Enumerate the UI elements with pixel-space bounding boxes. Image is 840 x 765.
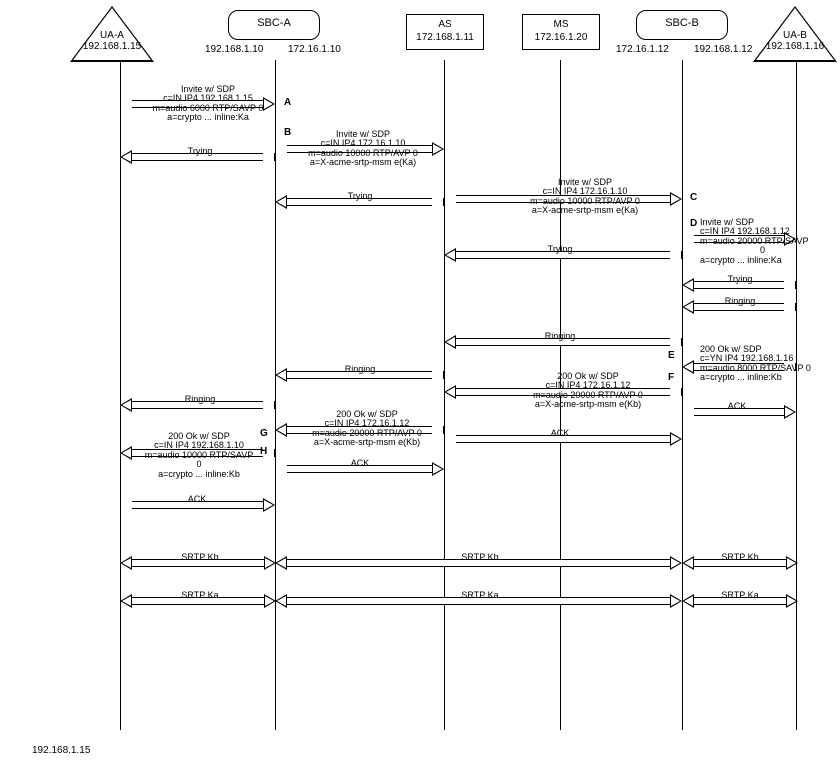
ok2-text: 200 Ok w/ SDP c=IN IP4 172.16.1.12 m=aud… <box>498 372 678 410</box>
marker-d: D <box>690 218 697 229</box>
sbc-a-title: SBC-A <box>257 17 291 29</box>
ringing1-text: Ringing <box>170 395 230 404</box>
invite2-text: Invite w/ SDP c=IN IP4 172.16.1.10 m=aud… <box>298 130 428 168</box>
sbc-a-ip-right: 172.16.1.10 <box>288 44 341 55</box>
ack2-text: ACK <box>335 459 385 468</box>
footnote-ip: 192.168.1.15 <box>32 745 90 756</box>
ok3-text: 200 Ok w/ SDP c=IN IP4 172.16.1.12 m=aud… <box>292 410 442 448</box>
sbc-b-ip-left: 172.16.1.12 <box>616 44 669 55</box>
lifeline-ua-b <box>796 60 797 730</box>
invite1-text: Invite w/ SDP c=IN IP4 192.168.1.15 m=au… <box>148 85 268 123</box>
marker-c: C <box>690 192 697 203</box>
invite4-text: Invite w/ SDP c=IN IP4 192.168.1.12 m=au… <box>700 218 825 265</box>
sbc-a-ip-left: 192.168.1.10 <box>205 44 263 55</box>
marker-a: A <box>284 97 291 108</box>
invite3-text: Invite w/ SDP c=IN IP4 172.16.1.10 m=aud… <box>500 178 670 216</box>
srtp-kb-2-text: SRTP Kb <box>445 553 515 562</box>
ua-b-ip: 192.168.1.16 <box>766 41 824 52</box>
ua-a-ip: 192.168.1.15 <box>83 41 141 52</box>
trying3-text: Trying <box>530 245 590 254</box>
as-node: AS 172.168.1.11 <box>406 14 484 50</box>
srtp-kb-3-text: SRTP Kb <box>705 553 775 562</box>
ack4-text: ACK <box>712 402 762 411</box>
lifeline-sbc-b <box>682 60 683 730</box>
ua-a-label: UA-A 192.168.1.15 <box>70 30 154 52</box>
lifeline-sbc-a <box>275 60 276 730</box>
marker-g: G <box>260 428 268 439</box>
ack1-text: ACK <box>172 495 222 504</box>
sbc-b-title: SBC-B <box>665 17 699 29</box>
marker-f: F <box>668 372 674 383</box>
ack3-text: ACK <box>535 429 585 438</box>
ringing3-text: Ringing <box>530 332 590 341</box>
ok4-text: 200 Ok w/ SDP c=IN IP4 192.168.1.10 m=au… <box>134 432 264 479</box>
sbc-a-node: SBC-A <box>228 10 320 40</box>
sbc-b-ip-right: 192.168.1.12 <box>694 44 752 55</box>
as-title: AS <box>438 19 451 30</box>
marker-h: H <box>260 446 267 457</box>
ms-node: MS 172.16.1.20 <box>522 14 600 50</box>
marker-b: B <box>284 127 291 138</box>
ua-a-title: UA-A <box>100 30 124 41</box>
ringing4-text: Ringing <box>710 297 770 306</box>
trying4-text: Trying <box>710 275 770 284</box>
ua-b-label: UA-B 192.168.1.16 <box>753 30 837 52</box>
srtp-ka-3-text: SRTP Ka <box>705 591 775 600</box>
trying1-text: Trying <box>170 147 230 156</box>
as-ip: 172.168.1.11 <box>416 32 474 43</box>
sbc-b-node: SBC-B <box>636 10 728 40</box>
trying2-text: Trying <box>330 192 390 201</box>
ok1-text: 200 Ok w/ SDP c=YN IP4 192.168.1.16 m=au… <box>700 345 825 383</box>
ms-title: MS <box>554 19 569 30</box>
srtp-kb-1-text: SRTP Kb <box>165 553 235 562</box>
ua-b-title: UA-B <box>783 30 807 41</box>
ms-ip: 172.16.1.20 <box>535 32 588 43</box>
ringing2-text: Ringing <box>330 365 390 374</box>
srtp-ka-2-text: SRTP Ka <box>445 591 515 600</box>
srtp-ka-1-text: SRTP Ka <box>165 591 235 600</box>
marker-e: E <box>668 350 675 361</box>
